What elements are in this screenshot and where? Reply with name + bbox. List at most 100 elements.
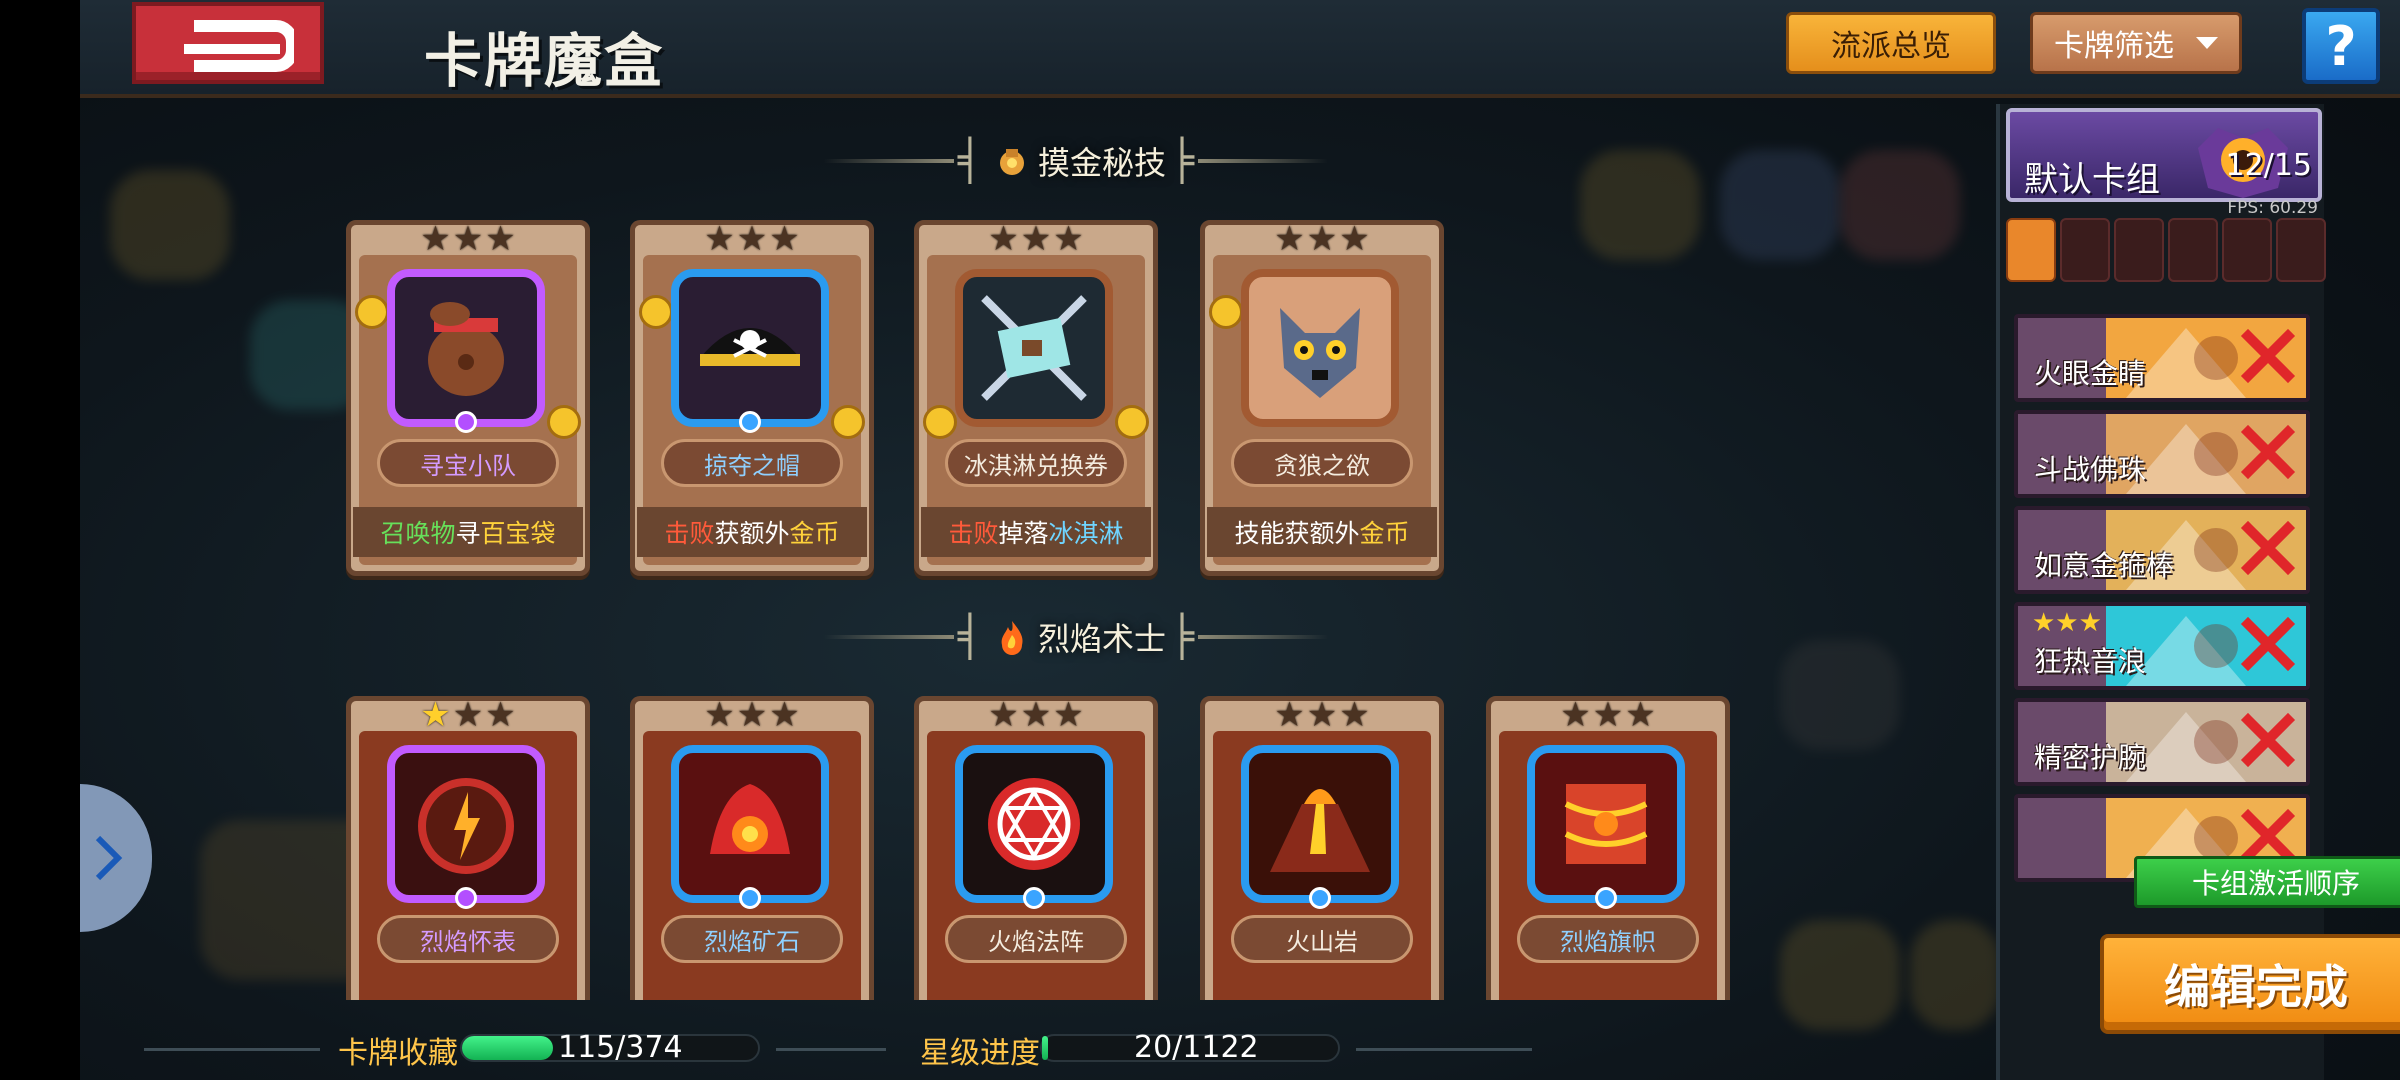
pocket-watch-icon [418, 778, 514, 874]
card-description-segment: 获额外 [714, 519, 790, 548]
card-art-frame [955, 269, 1113, 427]
card-description-segment: 掉落 [998, 519, 1049, 548]
card-volcanic-rock[interactable]: ★ ★ ★ 火山岩 [1200, 695, 1444, 1000]
page-title: 卡牌魔盒 [424, 27, 665, 95]
treasure-bag-icon [428, 302, 504, 396]
finish-editing-button[interactable]: 编辑完成 [2100, 934, 2400, 1034]
relic-slot-empty[interactable] [2276, 218, 2326, 282]
genre-overview-button[interactable]: 流派总览 [1786, 12, 1996, 74]
card-art-frame [1241, 269, 1399, 427]
remove-card-icon[interactable] [2240, 520, 2296, 576]
deck-card-item[interactable]: 如意金箍棒 [2014, 506, 2310, 594]
card-art-frame [1527, 745, 1685, 909]
card-stars: ★ ★ ★ [420, 695, 516, 735]
card-art-frame [955, 745, 1113, 909]
card-filter-dropdown[interactable]: 卡牌筛选 [2030, 12, 2242, 74]
deck-card-name: 精密护腕 [2034, 741, 2147, 774]
collection-stats-bar: 卡牌收藏 115/374 星级进度 20/1122 [80, 1020, 1540, 1076]
remove-card-icon[interactable] [2240, 712, 2296, 768]
coin-icon [1115, 405, 1149, 439]
section-title: 摸金秘技 [1037, 144, 1166, 182]
relic-slot-empty[interactable] [2060, 218, 2110, 282]
rarity-gem-icon [739, 887, 761, 909]
bracket-ornament: ╡ [957, 138, 982, 184]
divider-line [776, 1048, 886, 1051]
section-header-flame: ╡ 烈焰术士 ╞ [786, 612, 1366, 662]
rarity-gem-icon [1023, 887, 1045, 909]
deck-count: 12/15 [2225, 148, 2312, 183]
card-art-frame [671, 745, 829, 909]
card-flame-ore[interactable]: ★ ★ ★ 烈焰矿石 [630, 695, 874, 1000]
card-name: 掠夺之帽 [661, 439, 843, 487]
card-name: 烈焰怀表 [377, 915, 559, 963]
card-description-segment: 击败 [948, 519, 999, 548]
flame-banner-icon [1564, 784, 1648, 864]
divider-line [144, 1048, 320, 1051]
deck-card-item[interactable]: 斗战佛珠 [2014, 410, 2310, 498]
chevron-right-icon [95, 835, 123, 881]
card-art-frame [671, 269, 829, 433]
card-description-segment: 百宝袋 [480, 519, 556, 548]
divider-line [1198, 635, 1329, 639]
coin-icon [1209, 295, 1243, 329]
remove-card-icon[interactable] [2240, 424, 2296, 480]
deck-card-name: 斗战佛珠 [2034, 453, 2147, 486]
card-plunder-hat[interactable]: ★ ★ ★ 掠夺之帽 击败 获额外 金币 [630, 219, 874, 576]
deck-card-name: 狂热音浪 [2034, 645, 2147, 678]
help-button[interactable]: ? [2302, 8, 2380, 84]
card-flame-banner[interactable]: ★ ★ ★ 烈焰旗帜 [1486, 695, 1730, 1000]
section-title: 烈焰术士 [1037, 620, 1166, 658]
bracket-ornament: ╞ [1170, 614, 1195, 660]
card-filter-label: 卡牌筛选 [2054, 29, 2174, 64]
relic-slot-filled[interactable] [2006, 218, 2056, 282]
coin-icon [831, 405, 865, 439]
pirate-hat-icon [700, 328, 800, 366]
collection-progress-bar: 115/374 [460, 1030, 760, 1065]
collection-progress-fill [462, 1036, 553, 1060]
collection-label: 卡牌收藏 [338, 1036, 458, 1071]
deck-card-item[interactable]: 精密护腕 [2014, 698, 2310, 786]
deck-card-name: 如意金箍棒 [2034, 549, 2175, 582]
relic-slot-row [2006, 218, 2326, 282]
coin-icon [639, 295, 673, 329]
card-art-frame [387, 745, 545, 909]
card-name: 火焰法阵 [945, 915, 1127, 963]
back-arrow-icon [184, 20, 294, 72]
card-ice-cream-voucher[interactable]: ★ ★ ★ 冰淇淋兑换券 击败 掉落 冰淇淋 [914, 219, 1158, 576]
activation-order-button[interactable]: 卡组激活顺序 [2134, 856, 2400, 908]
deck-card-list[interactable]: 火眼金睛斗战佛珠如意金箍棒 ★★★ 狂热音浪精密护腕 [2014, 314, 2314, 940]
relic-slot-empty[interactable] [2114, 218, 2164, 282]
card-flame-array[interactable]: ★ ★ ★ 火焰法阵 [914, 695, 1158, 1000]
card-description-segment: 金币 [1359, 519, 1410, 548]
relic-slot-empty[interactable] [2168, 218, 2218, 282]
divider-line [1198, 159, 1329, 163]
card-description: 技能获额外 金币 [1207, 507, 1437, 557]
top-bar: 卡牌魔盒 流派总览 卡牌筛选 ? [80, 0, 2400, 98]
card-treasure-squad[interactable]: ★ ★ ★ 寻宝小队 召唤物寻百宝袋 [346, 219, 590, 576]
card-flame-pocket-watch[interactable]: ★ ★ ★ 烈焰怀表 [346, 695, 590, 1000]
fps-counter: FPS: 60.29 [2227, 198, 2318, 218]
card-description-segment: 金币 [789, 519, 840, 548]
card-stars: ★ ★ ★ [420, 219, 516, 259]
rarity-gem-icon [455, 411, 477, 433]
remove-card-icon[interactable] [2240, 328, 2296, 384]
rarity-gem-icon [455, 887, 477, 909]
flame-card-row: ★ ★ ★ 烈焰怀表 ★ ★ ★ 烈焰矿石 ★ ★ ★ 火焰法阵 ★ ★ ★ 火… [80, 690, 1980, 1000]
card-greedy-wolf[interactable]: ★ ★ ★ 贪狼之欲 技能获额外 金币 [1200, 219, 1444, 576]
card-stars: ★ ★ ★ [1274, 219, 1370, 259]
deck-name: 默认卡组 [2024, 160, 2160, 200]
rarity-gem-icon [1309, 887, 1331, 909]
deck-card-item[interactable]: ★★★ 狂热音浪 [2014, 602, 2310, 690]
relic-slot-empty[interactable] [2222, 218, 2272, 282]
card-art-frame [1241, 745, 1399, 909]
back-button[interactable] [132, 2, 324, 84]
divider-line [1356, 1048, 1532, 1051]
deck-header[interactable]: 默认卡组 12/15 [2006, 108, 2322, 202]
wolf-head-icon [1280, 308, 1360, 398]
star-progress-fill [1042, 1036, 1048, 1060]
deck-card-item[interactable]: 火眼金睛 [2014, 314, 2310, 402]
star-progress-bar: 20/1122 [1040, 1030, 1340, 1065]
card-name: 烈焰矿石 [661, 915, 843, 963]
remove-card-icon[interactable] [2240, 616, 2296, 672]
coin-icon [923, 405, 957, 439]
